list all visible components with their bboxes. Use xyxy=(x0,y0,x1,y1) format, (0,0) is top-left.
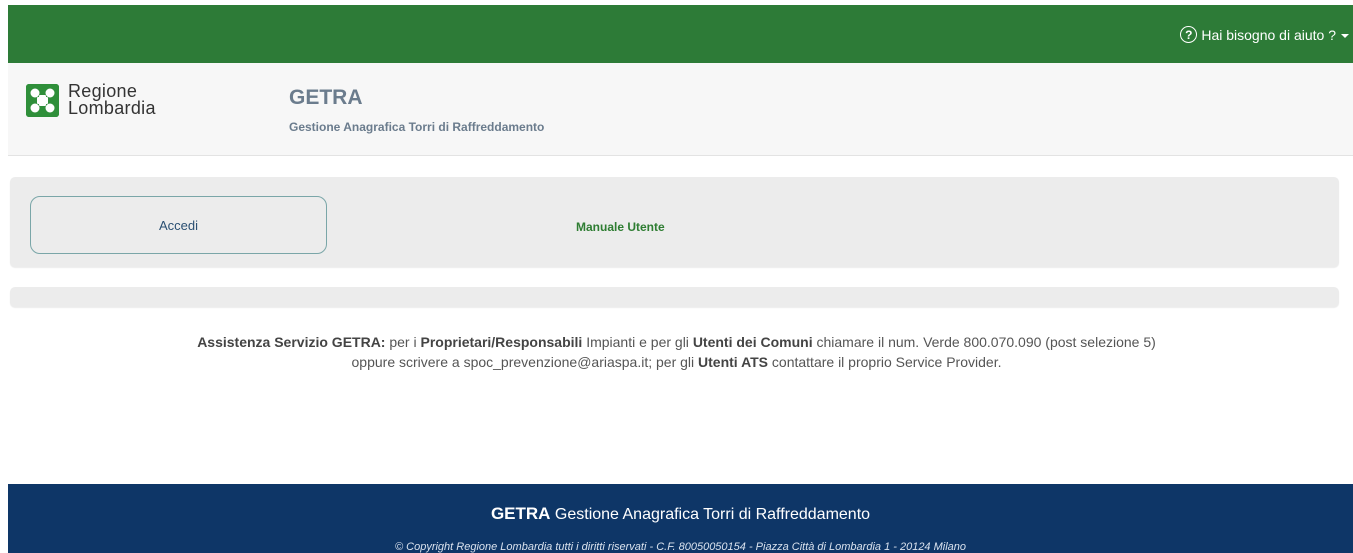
app-title: GETRA xyxy=(289,86,363,109)
assistance-info: Assistenza Servizio GETRA: per i Proprie… xyxy=(0,332,1353,372)
assistance-phone-text: chiamare il num. Verde 800.070.090 (post… xyxy=(812,334,1156,350)
footer: GETRA Gestione Anagrafica Torri di Raffr… xyxy=(8,484,1353,553)
assistance-text: contattare il proprio Service Provider. xyxy=(768,354,1002,370)
logo-line-2: Lombardia xyxy=(68,98,156,118)
help-label: Hai bisogno di aiuto ? xyxy=(1201,26,1336,43)
footer-title: GETRA Gestione Anagrafica Torri di Raffr… xyxy=(8,504,1353,524)
assistance-municipalities: Utenti dei Comuni xyxy=(692,334,813,350)
footer-copyright: © Copyright Regione Lombardia tutti i di… xyxy=(394,541,967,553)
assistance-text: per i xyxy=(385,334,421,350)
page: ? Hai bisogno di aiuto ? Regione Lombard… xyxy=(0,0,1353,553)
assistance-label: Assistenza Servizio GETRA: xyxy=(197,334,386,350)
app-subtitle: Gestione Anagrafica Torri di Raffreddame… xyxy=(289,120,545,134)
footer-app-name: GETRA xyxy=(490,504,551,523)
login-button[interactable]: Accedi xyxy=(30,196,327,254)
assistance-ats: Utenti ATS xyxy=(698,354,769,370)
help-menu-toggle[interactable]: ? Hai bisogno di aiuto ? xyxy=(1180,26,1349,43)
regione-lombardia-logo[interactable]: Regione Lombardia xyxy=(26,82,156,118)
assistance-line-2: oppure scrivere a spoc_prevenzione@arias… xyxy=(0,352,1353,372)
logo-text: Regione Lombardia xyxy=(68,82,156,118)
assistance-text: Impianti e per gli xyxy=(582,334,693,350)
assistance-line-1: Assistenza Servizio GETRA: per i Proprie… xyxy=(0,332,1353,352)
regione-lombardia-logo-icon xyxy=(26,83,59,117)
user-manual-link[interactable]: Manuale Utente xyxy=(576,220,665,234)
caret-down-icon xyxy=(1341,33,1349,38)
nav-panel: Accedi Manuale Utente xyxy=(10,177,1339,267)
footer-app-description: Gestione Anagrafica Torri di Raffreddame… xyxy=(550,506,871,523)
assistance-owners: Proprietari/Responsabili xyxy=(420,334,583,350)
assistance-email-text: oppure scrivere a spoc_prevenzione@arias… xyxy=(351,354,699,370)
help-icon: ? xyxy=(1180,26,1198,43)
header: Regione Lombardia GETRA Gestione Anagraf… xyxy=(8,63,1353,156)
top-bar: ? Hai bisogno di aiuto ? xyxy=(8,5,1353,63)
secondary-panel xyxy=(10,287,1339,307)
